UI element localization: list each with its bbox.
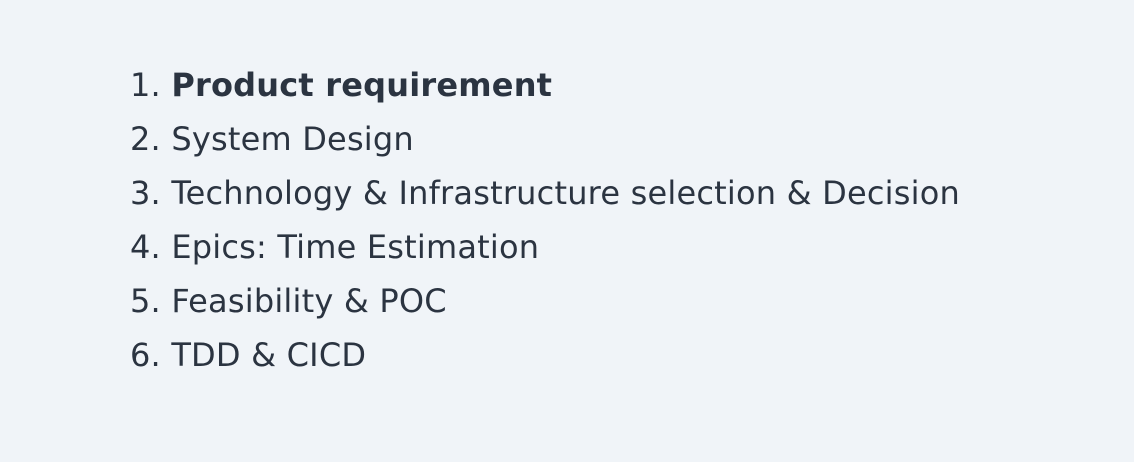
list-item-text: System Design	[171, 120, 414, 158]
list-item-number: 6.	[130, 336, 161, 374]
list-item-text: Product requirement	[171, 66, 553, 104]
list-item: 6. TDD & CICD	[130, 328, 960, 382]
list-item-text: Feasibility & POC	[171, 282, 447, 320]
list-item-number: 3.	[130, 174, 161, 212]
list-item: 5. Feasibility & POC	[130, 274, 960, 328]
list-item-number: 2.	[130, 120, 161, 158]
list-item: 4. Epics: Time Estimation	[130, 220, 960, 274]
list-item-text: TDD & CICD	[171, 336, 367, 374]
list-item-number: 4.	[130, 228, 161, 266]
list-item: 2. System Design	[130, 112, 960, 166]
list-item-text: Technology & Infrastructure selection & …	[171, 174, 960, 212]
list-item: 3. Technology & Infrastructure selection…	[130, 166, 960, 220]
list-item-number: 5.	[130, 282, 161, 320]
list-item-text: Epics: Time Estimation	[171, 228, 540, 266]
numbered-list: 1. Product requirement 2. System Design …	[130, 58, 960, 382]
list-item: 1. Product requirement	[130, 58, 960, 112]
list-item-number: 1.	[130, 66, 161, 104]
